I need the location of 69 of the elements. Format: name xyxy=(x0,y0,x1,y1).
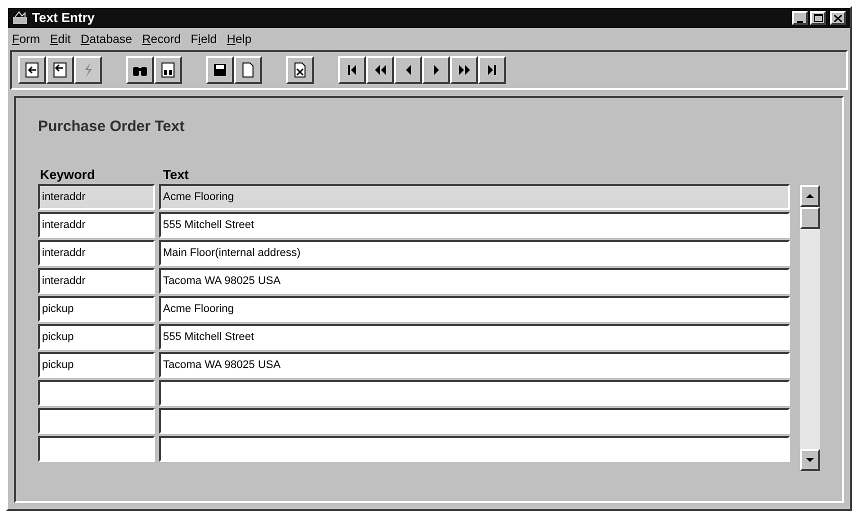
text-cell[interactable]: Main Floor(internal address) xyxy=(159,240,790,266)
toolbar-button[interactable] xyxy=(18,56,46,84)
text-cell[interactable]: Acme Flooring xyxy=(159,184,790,210)
text-cell[interactable]: 555 Mitchell Street xyxy=(159,212,790,238)
menu-item[interactable]: Help xyxy=(226,30,252,48)
toolbar-button[interactable] xyxy=(478,56,506,84)
first-record-icon xyxy=(348,65,356,75)
up-arrow-icon xyxy=(806,194,814,198)
text-cell[interactable]: 555 Mitchell Street xyxy=(159,324,790,350)
left-triangle-icon xyxy=(406,65,410,75)
close-icon xyxy=(834,14,842,22)
table-row[interactable]: pickup Acme Flooring xyxy=(38,296,790,324)
table-row[interactable]: pickup 555 Mitchell Street xyxy=(38,324,790,352)
menu-item[interactable]: Field xyxy=(190,30,217,48)
table-row[interactable]: interaddr Main Floor(internal address) xyxy=(38,240,790,268)
column-header: Keyword xyxy=(39,166,96,184)
toolbar-button[interactable] xyxy=(450,56,478,84)
text-cell[interactable] xyxy=(159,436,790,462)
toolbar-button[interactable] xyxy=(234,56,262,84)
keyword-cell[interactable]: pickup xyxy=(38,296,155,322)
scroll-thumb[interactable] xyxy=(800,206,820,228)
table-row[interactable]: pickup Tacoma WA 98025 USA xyxy=(38,352,790,380)
table-row[interactable]: interaddr 555 Mitchell Street xyxy=(38,212,790,240)
column-header: Text xyxy=(162,166,189,184)
last-record-icon xyxy=(488,65,496,75)
double-left-icon xyxy=(374,65,386,75)
maximize-icon xyxy=(814,14,822,22)
toolbar-button[interactable] xyxy=(366,56,394,84)
form-title: Purchase Order Text xyxy=(38,117,186,137)
minimize-button[interactable] xyxy=(792,11,808,25)
text-cell[interactable] xyxy=(159,408,790,434)
menu-item[interactable]: Record xyxy=(142,30,181,48)
keyword-cell[interactable]: interaddr xyxy=(38,212,155,238)
table-row[interactable]: interaddr Acme Flooring xyxy=(38,184,790,212)
menu-item[interactable]: Form xyxy=(12,30,40,48)
app-icon xyxy=(12,11,28,25)
window-title: Text Entry xyxy=(32,9,95,28)
toolbar-button[interactable] xyxy=(206,56,234,84)
toolbar-button[interactable] xyxy=(394,56,422,84)
minimize-icon xyxy=(797,21,803,23)
keyword-cell[interactable]: interaddr xyxy=(38,184,155,210)
right-triangle-icon xyxy=(434,65,438,75)
table-row[interactable]: interaddr Tacoma WA 98025 USA xyxy=(38,268,790,296)
double-right-icon xyxy=(458,65,470,75)
keyword-cell[interactable] xyxy=(38,436,155,462)
toolbar-button[interactable] xyxy=(422,56,450,84)
maximize-button[interactable] xyxy=(810,11,826,25)
scroll-up-button[interactable] xyxy=(800,184,820,206)
scrollbar[interactable] xyxy=(800,184,820,470)
text-cell[interactable]: Tacoma WA 98025 USA xyxy=(159,352,790,378)
toolbar-button[interactable] xyxy=(126,56,154,84)
text-cell[interactable]: Tacoma WA 98025 USA xyxy=(159,268,790,294)
menu-item[interactable]: Edit xyxy=(50,30,71,48)
toolbar-button[interactable] xyxy=(338,56,366,84)
keyword-cell[interactable] xyxy=(38,408,155,434)
text-cell[interactable] xyxy=(159,380,790,406)
keyword-cell[interactable] xyxy=(38,380,155,406)
toolbar-button[interactable] xyxy=(286,56,314,84)
toolbar-button[interactable] xyxy=(46,56,74,84)
toolbar-button[interactable] xyxy=(154,56,182,84)
down-arrow-icon xyxy=(806,458,814,462)
scroll-down-button[interactable] xyxy=(800,448,820,470)
menu-item[interactable]: Database xyxy=(80,30,132,48)
keyword-cell[interactable]: pickup xyxy=(38,324,155,350)
keyword-cell[interactable]: interaddr xyxy=(38,268,155,294)
text-cell[interactable]: Acme Flooring xyxy=(159,296,790,322)
keyword-cell[interactable]: pickup xyxy=(38,352,155,378)
keyword-cell[interactable]: interaddr xyxy=(38,240,155,266)
close-button[interactable] xyxy=(830,11,846,25)
